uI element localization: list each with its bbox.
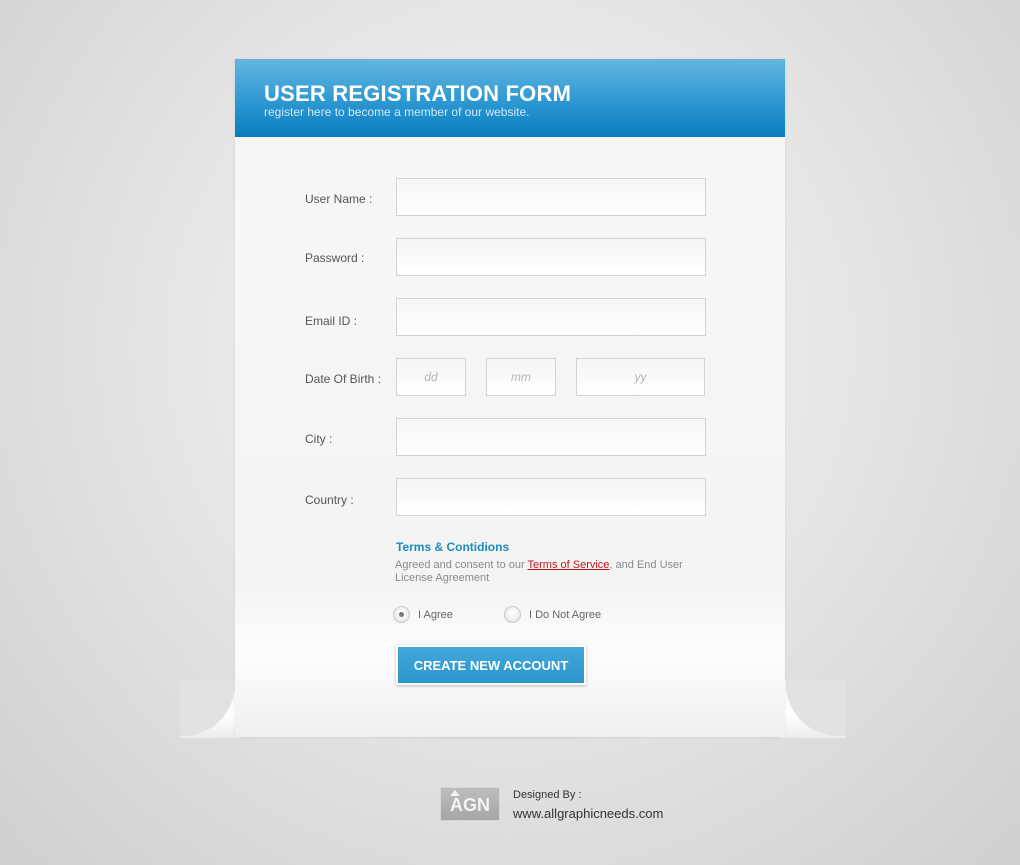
terms-title: Terms & Contidions — [396, 540, 510, 554]
form-header: USER REGISTRATION FORM register here to … — [235, 59, 785, 137]
agree-radio[interactable] — [393, 606, 410, 623]
designed-by-label: Designed By : — [513, 789, 582, 801]
password-label: Password : — [305, 251, 365, 265]
paper-curl-right — [780, 680, 846, 738]
paper-curl-left — [180, 680, 240, 738]
dob-day-input[interactable] — [396, 358, 466, 396]
logo-text: AGN — [450, 795, 490, 815]
password-input[interactable] — [396, 238, 706, 276]
username-label: User Name : — [305, 192, 373, 206]
username-input[interactable] — [396, 178, 706, 216]
registration-card: USER REGISTRATION FORM register here to … — [235, 59, 785, 737]
agree-label[interactable]: I Agree — [418, 609, 453, 621]
country-input[interactable] — [396, 478, 706, 516]
disagree-radio[interactable] — [504, 606, 521, 623]
email-label: Email ID : — [305, 314, 358, 328]
terms-of-service-link[interactable]: Terms of Service — [528, 559, 610, 571]
agn-logo: AGN — [440, 787, 500, 821]
radio-selected-dot — [399, 612, 404, 617]
disagree-label[interactable]: I Do Not Agree — [529, 609, 601, 621]
create-account-button[interactable]: CREATE NEW ACCOUNT — [396, 645, 586, 685]
terms-text-before: Agreed and consent to our — [395, 559, 528, 571]
terms-text: Agreed and consent to our Terms of Servi… — [395, 559, 695, 585]
city-label: City : — [305, 432, 333, 446]
dob-month-input[interactable] — [486, 358, 556, 396]
dob-label: Date Of Birth : — [305, 372, 382, 386]
city-input[interactable] — [396, 418, 706, 456]
form-title: USER REGISTRATION FORM — [264, 81, 572, 106]
form-subtitle: register here to become a member of our … — [264, 105, 530, 119]
designer-website-link[interactable]: www.allgraphicneeds.com — [513, 806, 663, 821]
email-input[interactable] — [396, 298, 706, 336]
dob-year-input[interactable] — [576, 358, 705, 396]
country-label: Country : — [305, 493, 354, 507]
